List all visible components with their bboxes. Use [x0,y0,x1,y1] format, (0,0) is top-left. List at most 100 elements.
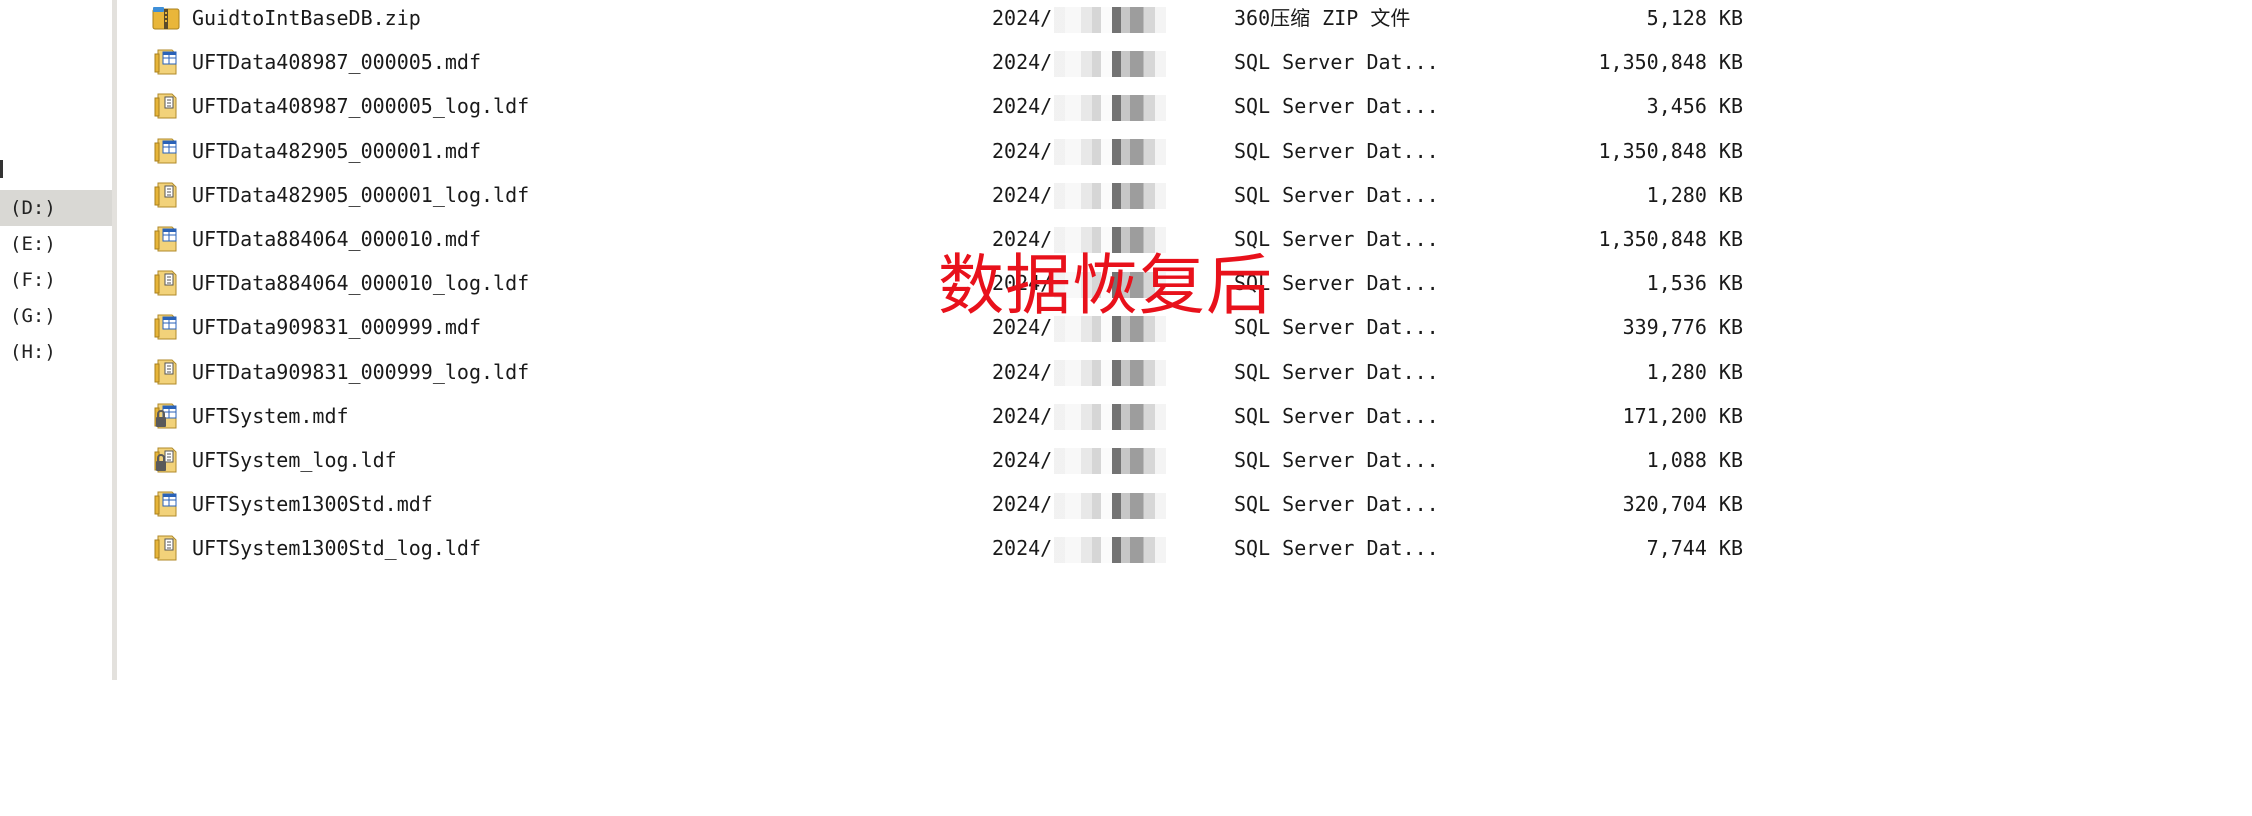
file-row[interactable]: GuidtoIntBaseDB.zip 2024/ 360压缩 ZIP 文件 5… [148,0,1788,42]
file-date-year: 2024/ [992,94,1053,119]
file-row[interactable]: UFTData884064_000010.mdf 2024/ SQL Serve… [148,219,1788,263]
file-date-year: 2024/ [992,182,1053,207]
file-type: SQL Server Dat... [1234,447,1439,472]
sql-data-file-icon [152,48,180,76]
redacted-date-blur [1054,360,1167,386]
file-date-modified: 2024/ [992,307,1192,347]
file-row[interactable]: UFTSystem.mdf 2024/ SQL Server Dat... 17… [148,396,1788,440]
redacted-date-blur [1054,315,1167,342]
file-size: 1,350,848 KB [1598,138,1744,163]
file-row[interactable]: UFTData408987_000005.mdf 2024/ SQL Serve… [148,42,1788,86]
drive-item-f[interactable]: (F:) [0,262,112,298]
file-date-year: 2024/ [992,271,1053,296]
file-type: SQL Server Dat... [1234,182,1439,207]
file-date-modified: 2024/ [992,263,1192,303]
file-name: UFTSystem.mdf [192,403,349,428]
file-date-modified: 2024/ [992,352,1192,392]
navigation-pane: (D:) (E:) (F:) (G:) (H:) [0,0,117,680]
sql-locked-data-file-icon [152,402,180,430]
sql-log-file-icon [152,269,180,297]
file-date-year: 2024/ [992,138,1053,163]
redacted-date-blur [1054,227,1167,254]
file-name: UFTData408987_000005.mdf [192,50,481,75]
drive-item-d[interactable]: (D:) [0,190,112,226]
file-date-modified: 2024/ [992,42,1192,82]
file-explorer-window: (D:) (E:) (F:) (G:) (H:) GuidtoIntBaseDB… [0,0,2252,816]
file-row[interactable]: UFTData482905_000001_log.ldf 2024/ SQL S… [148,175,1788,219]
file-size: 1,280 KB [1646,359,1743,384]
drive-list: (D:) (E:) (F:) (G:) (H:) [0,190,112,370]
drive-item-e[interactable]: (E:) [0,226,112,262]
redacted-date-blur [1054,536,1167,563]
file-size: 5,128 KB [1646,6,1743,30]
file-row[interactable]: UFTData909831_000999_log.ldf 2024/ SQL S… [148,352,1788,396]
file-list: GuidtoIntBaseDB.zip 2024/ 360压缩 ZIP 文件 5… [148,0,1788,572]
file-date-modified: 2024/ [992,131,1192,171]
file-name: GuidtoIntBaseDB.zip [192,6,421,30]
file-date-modified: 2024/ [992,86,1192,126]
sql-locked-log-file-icon [152,446,180,474]
file-name: UFTData482905_000001.mdf [192,138,481,163]
file-row[interactable]: UFTData884064_000010_log.ldf 2024/ SQL S… [148,263,1788,307]
redacted-date-blur [1054,492,1167,519]
redacted-date-blur [1054,94,1167,121]
file-date-year: 2024/ [992,492,1053,517]
file-row[interactable]: UFTSystem1300Std_log.ldf 2024/ SQL Serve… [148,528,1788,572]
file-name: UFTData909831_000999_log.ldf [192,359,530,384]
file-row[interactable]: UFTData909831_000999.mdf 2024/ SQL Serve… [148,307,1788,351]
file-date-year: 2024/ [992,50,1053,75]
sql-log-file-icon [152,534,180,562]
file-date-year: 2024/ [992,6,1053,30]
file-size: 1,350,848 KB [1598,226,1744,251]
file-date-modified: 2024/ [992,219,1192,259]
file-type: SQL Server Dat... [1234,271,1439,296]
file-size: 1,536 KB [1646,271,1743,296]
file-row[interactable]: UFTSystem1300Std.mdf 2024/ SQL Server Da… [148,484,1788,528]
file-date-modified: 2024/ [992,0,1192,38]
file-date-year: 2024/ [992,359,1053,384]
file-type: SQL Server Dat... [1234,50,1439,75]
file-name: UFTSystem1300Std.mdf [192,492,433,517]
file-name: UFTData884064_000010_log.ldf [192,271,530,296]
file-date-year: 2024/ [992,315,1053,340]
file-date-modified: 2024/ [992,175,1192,215]
file-date-year: 2024/ [992,226,1053,251]
sql-data-file-icon [152,313,180,341]
file-date-year: 2024/ [992,447,1053,472]
file-name: UFTData482905_000001_log.ldf [192,182,530,207]
file-date-modified: 2024/ [992,396,1192,436]
drive-item-h[interactable]: (H:) [0,334,112,370]
file-name: UFTSystem_log.ldf [192,447,397,472]
file-size: 1,350,848 KB [1598,50,1744,75]
file-size: 7,744 KB [1646,536,1743,561]
file-type: SQL Server Dat... [1234,536,1439,561]
sql-data-file-icon [152,225,180,253]
file-type: 360压缩 ZIP 文件 [1234,6,1411,30]
redacted-date-blur [1054,183,1167,210]
file-name: UFTData909831_000999.mdf [192,315,481,340]
file-size: 320,704 KB [1622,492,1743,517]
file-row[interactable]: UFTData408987_000005_log.ldf 2024/ SQL S… [148,86,1788,130]
file-size: 3,456 KB [1646,94,1743,119]
nav-tree-fragment [0,160,3,178]
file-row[interactable]: UFTData482905_000001.mdf 2024/ SQL Serve… [148,131,1788,175]
file-type: SQL Server Dat... [1234,359,1439,384]
sql-log-file-icon [152,92,180,120]
sql-data-file-icon [152,137,180,165]
file-name: UFTData408987_000005_log.ldf [192,94,530,119]
file-size: 1,088 KB [1646,447,1743,472]
redacted-date-blur [1054,50,1167,77]
file-date-modified: 2024/ [992,528,1192,568]
file-size: 339,776 KB [1622,315,1743,340]
redacted-date-blur [1054,448,1167,475]
redacted-date-blur [1054,6,1167,33]
file-name: UFTSystem1300Std_log.ldf [192,536,481,561]
file-date-modified: 2024/ [992,440,1192,480]
drive-item-g[interactable]: (G:) [0,298,112,334]
file-date-year: 2024/ [992,536,1053,561]
file-date-year: 2024/ [992,403,1053,428]
file-row[interactable]: UFTSystem_log.ldf 2024/ SQL Server Dat..… [148,440,1788,484]
zip-archive-icon [152,4,180,32]
redacted-date-blur [1054,404,1167,431]
sql-log-file-icon [152,181,180,209]
